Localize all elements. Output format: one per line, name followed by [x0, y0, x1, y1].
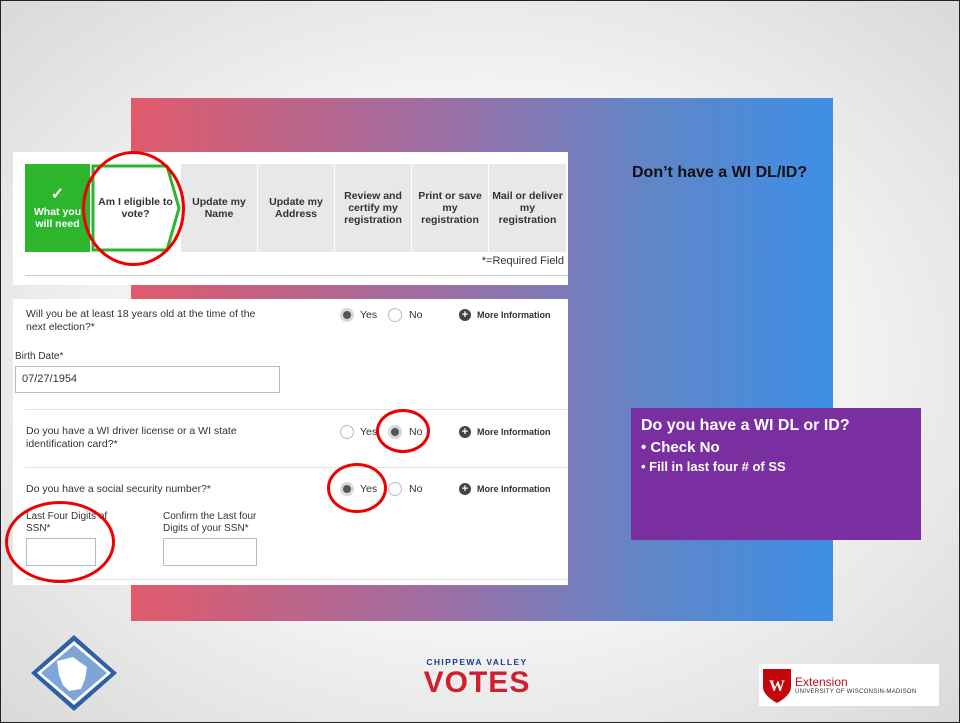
divider — [25, 275, 568, 276]
chippewa-valley-votes-logo: CHIPPEWA VALLEY VOTES — [413, 657, 541, 699]
slide: ✓ What you will need Am I eligible to vo… — [0, 0, 960, 723]
confirm-last-four-input[interactable] — [163, 538, 257, 566]
ssn-no-radio[interactable] — [388, 482, 402, 496]
birth-date-input[interactable]: 07/27/1954 — [15, 366, 280, 393]
divider — [25, 409, 568, 410]
more-info-icon[interactable]: + — [459, 483, 471, 495]
birth-date-label: Birth Date* — [15, 351, 64, 362]
step-label: Mail or deliver my registration — [492, 190, 563, 226]
callout-bullet: • Check No — [641, 439, 720, 456]
step-tracker: ✓ What you will need Am I eligible to vo… — [25, 164, 567, 252]
step-label: Review and certify my registration — [344, 190, 402, 226]
step-eligible[interactable]: Am I eligible to vote? — [91, 164, 181, 252]
step-update-name[interactable]: Update my Name — [181, 164, 258, 252]
more-info-icon[interactable]: + — [459, 426, 471, 438]
step-what-you-will-need[interactable]: ✓ What you will need — [25, 164, 91, 252]
logo-main-text: VOTES — [423, 666, 531, 699]
extension-text: Extension UNIVERSITY OF WISCONSIN-MADISO… — [795, 674, 917, 695]
extension-subtitle: UNIVERSITY OF WISCONSIN-MADISON — [795, 688, 917, 695]
more-info-link[interactable]: More Information — [477, 427, 551, 437]
crest-icon: W — [763, 669, 791, 703]
divider — [25, 579, 568, 580]
instruction-callout: Do you have a WI DL or ID? • Check No • … — [631, 408, 921, 540]
last-four-input[interactable] — [26, 538, 96, 566]
callout-list: • Check No • Fill in last four # of SS — [641, 438, 911, 476]
question-age: Will you be at least 18 years old at the… — [26, 308, 256, 333]
no-label: No — [409, 426, 423, 438]
more-info-link[interactable]: More Information — [477, 310, 551, 320]
svg-text:W: W — [769, 678, 785, 695]
step-update-address[interactable]: Update my Address — [258, 164, 335, 252]
no-label: No — [409, 309, 423, 321]
more-info-link[interactable]: More Information — [477, 484, 551, 494]
checkmark-icon: ✓ — [50, 186, 65, 203]
callout-bullet: • Fill in last four # of SS — [641, 459, 786, 474]
yes-label: Yes — [360, 483, 378, 495]
step-label: Am I eligible to vote? — [98, 196, 173, 220]
wisconsin-logo — [29, 633, 119, 718]
yes-label: Yes — [360, 426, 378, 438]
uw-extension-logo: W Extension UNIVERSITY OF WISCONSIN-MADI… — [759, 664, 939, 706]
no-label: No — [409, 483, 423, 495]
step-label: Update my Address — [269, 196, 323, 220]
license-yes-radio[interactable] — [340, 425, 354, 439]
form-panel: Will you be at least 18 years old at the… — [13, 299, 568, 585]
ssn-yes-radio[interactable] — [340, 482, 354, 496]
divider — [25, 467, 568, 468]
step-label: Print or save my registration — [418, 190, 482, 226]
confirm-last-four-label: Confirm the Last four Digits of your SSN… — [163, 511, 257, 534]
question-license: Do you have a WI driver license or a WI … — [26, 425, 237, 450]
steps-panel: ✓ What you will need Am I eligible to vo… — [13, 152, 568, 285]
more-info-icon[interactable]: + — [459, 309, 471, 321]
step-review[interactable]: Review and certify my registration — [335, 164, 412, 252]
question-ssn: Do you have a social security number?* — [26, 483, 212, 495]
step-print[interactable]: Print or save my registration — [412, 164, 489, 252]
required-field-note: *=Required Field — [481, 255, 564, 267]
age-yes-radio[interactable] — [340, 308, 354, 322]
callout-title: Do you have a WI DL or ID? — [641, 417, 850, 434]
yes-label: Yes — [360, 309, 378, 321]
step-mail[interactable]: Mail or deliver my registration — [489, 164, 567, 252]
last-four-label: Last Four Digits of SSN* — [26, 511, 108, 534]
step-label: Update my Name — [192, 196, 246, 220]
step-label: What you will need — [33, 206, 82, 230]
slide-heading: Don’t have a WI DL/ID? — [632, 164, 808, 181]
extension-name: Extension — [795, 674, 848, 689]
age-no-radio[interactable] — [388, 308, 402, 322]
license-no-radio[interactable] — [388, 425, 402, 439]
